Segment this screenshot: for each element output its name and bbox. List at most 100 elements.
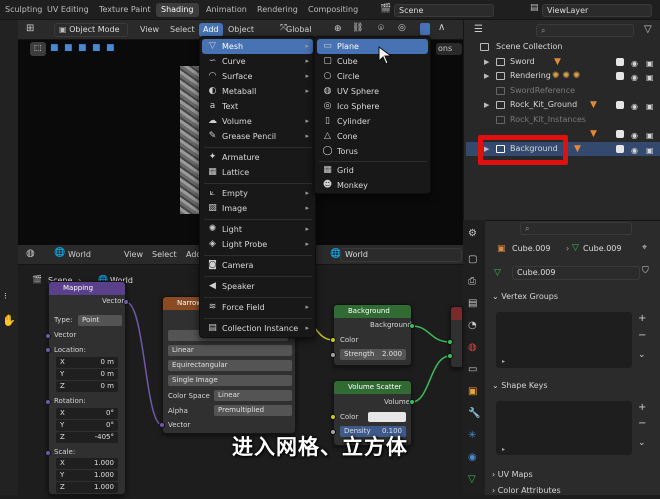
mesh-item-uv-sphere[interactable]: ◍ UV Sphere: [317, 84, 428, 99]
eye-icon[interactable]: ◉: [631, 144, 638, 158]
camera-icon[interactable]: ▣: [646, 129, 654, 143]
outliner-row-sword[interactable]: ▶ Sword ▼ ◉ ▣: [466, 55, 660, 69]
volume-color-socket[interactable]: [330, 414, 336, 420]
editor-type-icon[interactable]: ◍: [26, 248, 35, 259]
eye-icon[interactable]: ◉: [631, 100, 638, 114]
tab-rendering[interactable]: Rendering: [252, 3, 303, 17]
interpolation-dropdown[interactable]: Linear: [168, 345, 292, 356]
cursor-tool-icon[interactable]: ⁝: [4, 292, 7, 302]
eye-icon[interactable]: ◉: [631, 71, 638, 85]
outliner-row-rock-kit-instances[interactable]: Rock_Kit_Instances: [466, 113, 660, 127]
expand-arrow-icon[interactable]: ▶: [484, 98, 489, 112]
background-out-socket[interactable]: [409, 323, 415, 329]
shape-keys-list[interactable]: [496, 401, 632, 455]
select-modes[interactable]: ■ ■ ■ ■ ■: [50, 42, 130, 56]
tab-compositing[interactable]: Compositing: [303, 3, 363, 17]
add-menu-item-speaker[interactable]: ◀ Speaker: [202, 279, 313, 294]
mesh-data-tab-icon[interactable]: ▽: [468, 474, 476, 485]
pin-icon[interactable]: ⌖: [642, 243, 647, 253]
menu-select[interactable]: Select: [166, 23, 199, 37]
mesh-data-field[interactable]: Cube.009: [512, 266, 640, 280]
scale-z-field[interactable]: Z 1.000: [56, 482, 118, 493]
world-datablock-field[interactable]: World: [340, 248, 462, 262]
tool-tab-icon[interactable]: ⚙: [468, 228, 477, 239]
add-menu-item-mesh[interactable]: ▽ Mesh ▸: [202, 39, 313, 54]
mesh-item-circle[interactable]: ○ Circle: [317, 69, 428, 84]
location-x-field[interactable]: X0 m: [56, 357, 118, 368]
object-tab-icon[interactable]: ▣: [468, 386, 477, 397]
camera-icon[interactable]: ▣: [646, 100, 654, 114]
mesh-item-grid[interactable]: ▦ Grid: [317, 163, 428, 178]
add-menu-item-text[interactable]: a Text: [202, 99, 313, 114]
output-surface-socket[interactable]: [447, 339, 453, 345]
expand-arrow-icon[interactable]: ▶: [484, 69, 489, 83]
filter-icon[interactable]: ▽: [644, 24, 652, 35]
mesh-item-cube[interactable]: ▢ Cube: [317, 54, 428, 69]
add-menu-item-empty[interactable]: ⟀ Empty ▸: [202, 186, 313, 201]
node-menu-select[interactable]: Select: [148, 248, 181, 262]
strength-field[interactable]: Strength 2.000: [340, 349, 406, 360]
tab-shading[interactable]: Shading: [156, 3, 199, 17]
volume-out-socket[interactable]: [409, 399, 415, 405]
add-icon[interactable]: +: [638, 313, 646, 324]
tab-texture-paint[interactable]: Texture Paint: [94, 3, 156, 17]
scene-tab-icon[interactable]: ◔: [468, 320, 477, 331]
particles-tab-icon[interactable]: ✳: [468, 430, 476, 441]
add-menu-item-surface[interactable]: ◠ Surface ▸: [202, 69, 313, 84]
list-grip-icon[interactable]: ▸: [502, 358, 505, 365]
pivot-icon[interactable]: ⊕: [334, 24, 342, 34]
volume-color-swatch[interactable]: [368, 412, 406, 422]
menu-object[interactable]: Object: [224, 23, 258, 37]
add-menu-item-armature[interactable]: ✦ Armature: [202, 150, 313, 165]
tab-uv-editing[interactable]: UV Editing: [42, 3, 94, 17]
world-dropdown[interactable]: World: [64, 248, 95, 262]
outliner-row-swordreference[interactable]: SwordReference: [466, 84, 660, 98]
mapping-vector-socket[interactable]: [45, 333, 51, 339]
tab-animation[interactable]: Animation: [201, 3, 252, 17]
rotation-y-field[interactable]: Y 0°: [56, 420, 118, 431]
panel-shape-keys[interactable]: ⌄ Shape Keys: [492, 378, 548, 394]
scene-field[interactable]: Scene: [394, 4, 494, 17]
add-menu-item-lattice[interactable]: ▦ Lattice: [202, 165, 313, 180]
menu-add[interactable]: Add: [199, 23, 223, 37]
render-tab-icon[interactable]: ▢: [468, 254, 477, 265]
scale-y-field[interactable]: Y 1.000: [56, 470, 118, 481]
add-menu-item-collection-instance[interactable]: ▤ Collection Instance ▸: [202, 321, 313, 336]
proportional-icon[interactable]: ◎: [398, 23, 406, 33]
exclude-checkbox[interactable]: [616, 72, 624, 80]
scale-x-field[interactable]: X 1.000: [56, 458, 118, 469]
world-tab-icon[interactable]: ◍: [468, 342, 477, 353]
add-menu-item-image[interactable]: ▨ Image ▸: [202, 201, 313, 216]
physics-tab-icon[interactable]: ◉: [468, 452, 477, 463]
alpha-dropdown[interactable]: Premultiplied: [214, 405, 292, 416]
list-grip-icon[interactable]: ▸: [502, 446, 505, 453]
mesh-item-ico-sphere[interactable]: ◎ Ico Sphere: [317, 99, 428, 114]
exclude-checkbox[interactable]: [616, 130, 624, 138]
colorspace-dropdown[interactable]: Linear: [214, 390, 292, 401]
add-menu-item-volume[interactable]: ☁ Volume ▸: [202, 114, 313, 129]
viewlayer-field[interactable]: ViewLayer: [542, 4, 652, 17]
specials-icon[interactable]: ⌄: [638, 438, 646, 448]
specials-icon[interactable]: ⌄: [638, 350, 646, 360]
output-volume-socket[interactable]: [447, 353, 453, 359]
add-menu-item-light-probe[interactable]: ◈ Light Probe ▸: [202, 237, 313, 252]
background-strength-socket[interactable]: [330, 352, 336, 358]
expand-arrow-icon[interactable]: ▶: [484, 55, 489, 69]
mesh-item-cylinder[interactable]: ▯ Cylinder: [317, 114, 428, 129]
mapping-scale-socket[interactable]: [45, 450, 51, 456]
world-output-node[interactable]: [450, 306, 463, 368]
exclude-checkbox[interactable]: [616, 58, 624, 66]
outliner-search-input[interactable]: ⌕: [536, 24, 634, 37]
location-z-field[interactable]: Z0 m: [56, 381, 118, 392]
fake-user-icon[interactable]: ⛉: [642, 266, 649, 276]
add-menu-item-force-field[interactable]: ≋ Force Field ▸: [202, 300, 313, 315]
editor-type-icon[interactable]: ⊞: [26, 23, 34, 34]
mode-dropdown[interactable]: ▣ Object Mode: [54, 23, 128, 37]
mesh-item-plane[interactable]: ▭ Plane: [317, 39, 428, 54]
outliner-editor-icon[interactable]: ☰: [474, 24, 483, 35]
select-tool-icon[interactable]: ⬚: [30, 42, 46, 56]
add-menu-item-curve[interactable]: ∽ Curve ▸: [202, 54, 313, 69]
panel-vertex-groups[interactable]: ⌄ Vertex Groups: [492, 289, 558, 305]
panel-color-attributes[interactable]: › Color Attributes: [492, 483, 561, 499]
outliner-row-rock-kit-ground[interactable]: ▶ Rock_Kit_Ground ▼ ◉ ▣: [466, 98, 660, 112]
